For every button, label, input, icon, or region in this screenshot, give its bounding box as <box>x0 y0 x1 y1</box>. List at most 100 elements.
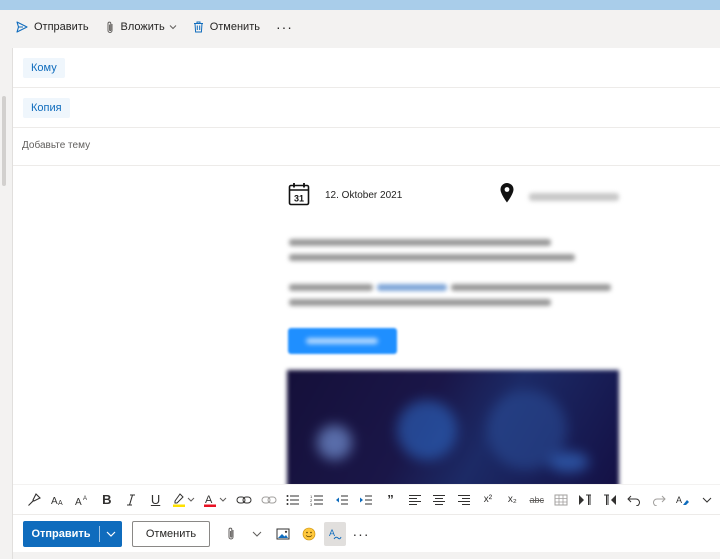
more-options-button[interactable]: ··· <box>350 522 372 546</box>
font-button[interactable]: AA <box>47 489 68 511</box>
subject-placeholder: Добавьте тему <box>22 140 91 151</box>
decrease-indent-button[interactable] <box>331 489 352 511</box>
insert-emoji-button[interactable] <box>298 522 320 546</box>
align-center-button[interactable] <box>429 489 450 511</box>
format-toolbar: AA AA B U A 123 ” x² x₂ abc A <box>13 484 720 514</box>
scrollbar-thumb[interactable] <box>2 96 6 186</box>
align-left-icon <box>408 494 421 505</box>
paintbrush-icon <box>27 492 41 506</box>
svg-text:A: A <box>676 495 682 505</box>
svg-text:31: 31 <box>294 194 304 204</box>
increase-indent-button[interactable] <box>355 489 376 511</box>
ltr-button[interactable] <box>575 489 596 511</box>
font-size-button[interactable]: AA <box>72 489 93 511</box>
more-actions-button[interactable]: ··· <box>270 14 299 40</box>
insert-link-button[interactable] <box>234 489 255 511</box>
editor-icon: A <box>329 528 342 539</box>
trash-icon <box>193 21 203 33</box>
numbered-list-icon: 123 <box>310 494 324 506</box>
svg-text:A: A <box>205 494 213 506</box>
undo-button[interactable] <box>624 489 645 511</box>
svg-text:A: A <box>58 500 63 506</box>
align-left-button[interactable] <box>404 489 425 511</box>
send-split-button[interactable]: Отправить <box>23 520 122 547</box>
send-action-label: Отправить <box>34 21 89 33</box>
chevron-down-icon <box>106 531 116 537</box>
font-size-icon: AA <box>75 496 87 506</box>
blurred-link <box>377 284 447 291</box>
discard-action-label: Отменить <box>209 21 260 33</box>
svg-text:3: 3 <box>310 502 313 506</box>
chevron-down-icon <box>252 531 262 537</box>
more-icon: ··· <box>275 19 293 35</box>
editor-button[interactable]: A <box>324 521 346 546</box>
clear-formatting-button[interactable]: A <box>672 489 693 511</box>
compose-action-bar: Отправить Вложить Отменить ··· <box>0 10 720 44</box>
insert-picture-button[interactable] <box>272 522 294 546</box>
image-icon <box>276 528 290 539</box>
chevron-down-icon <box>702 497 712 503</box>
send-button[interactable]: Отправить <box>23 521 99 547</box>
align-right-button[interactable] <box>453 489 474 511</box>
superscript-icon: x² <box>483 494 493 505</box>
align-center-icon <box>433 494 446 505</box>
message-body[interactable]: 31 12. Oktober 2021 <box>13 166 720 484</box>
underline-button[interactable]: U <box>145 489 166 511</box>
strikethrough-icon: abc <box>529 494 544 505</box>
font-icon: AA <box>51 496 63 506</box>
clear-formatting-icon: A <box>676 495 689 505</box>
send-bar: Отправить Отменить A ··· <box>13 514 720 552</box>
remove-link-button[interactable] <box>258 489 279 511</box>
quote-button[interactable]: ” <box>380 489 401 511</box>
split-divider <box>99 525 100 542</box>
to-field[interactable]: Кому <box>13 48 720 88</box>
attach-options-button[interactable] <box>246 522 268 546</box>
calendar-icon: 31 <box>288 183 310 206</box>
strikethrough-button[interactable]: abc <box>526 489 547 511</box>
font-color-button[interactable]: A <box>201 489 230 511</box>
superscript-button[interactable]: x² <box>477 489 498 511</box>
more-icon: ··· <box>352 525 370 542</box>
insert-table-button[interactable] <box>550 489 571 511</box>
send-options-button[interactable] <box>100 521 122 547</box>
italic-button[interactable] <box>121 489 142 511</box>
format-painter-button[interactable] <box>23 489 44 511</box>
redo-button[interactable] <box>648 489 669 511</box>
cc-button[interactable]: Копия <box>23 98 70 118</box>
rtl-button[interactable] <box>599 489 620 511</box>
highlight-button[interactable] <box>169 489 198 511</box>
bold-icon: B <box>102 492 112 507</box>
subscript-button[interactable]: x₂ <box>502 489 523 511</box>
discard-button[interactable]: Отменить <box>132 520 210 547</box>
highlighter-icon <box>172 492 195 507</box>
svg-text:A: A <box>329 528 335 538</box>
blurred-text <box>289 299 551 306</box>
right-to-left-icon <box>603 494 616 505</box>
more-formatting-button[interactable] <box>697 489 718 511</box>
attach-action[interactable]: Вложить <box>99 14 183 40</box>
subject-field[interactable]: Добавьте тему <box>13 128 720 166</box>
send-action[interactable]: Отправить <box>10 14 95 40</box>
discard-action[interactable]: Отменить <box>187 14 266 40</box>
underline-icon: U <box>150 492 161 507</box>
cc-field[interactable]: Копия <box>13 88 720 128</box>
svg-text:A: A <box>75 497 82 506</box>
numbering-button[interactable]: 123 <box>307 489 328 511</box>
blurred-text <box>451 284 611 291</box>
bold-button[interactable]: B <box>96 489 117 511</box>
italic-icon <box>127 493 136 506</box>
blurred-banner-image <box>287 370 619 484</box>
subscript-icon: x₂ <box>507 494 517 505</box>
paperclip-icon <box>107 21 113 33</box>
blurred-location <box>529 193 619 201</box>
indent-icon <box>360 495 373 504</box>
blurred-cta-button <box>288 328 397 354</box>
attach-file-button[interactable] <box>220 522 242 546</box>
blurred-text <box>289 284 373 291</box>
blurred-text <box>289 254 575 261</box>
to-button[interactable]: Кому <box>23 58 65 78</box>
align-right-icon <box>457 494 470 505</box>
outdent-icon <box>335 495 348 504</box>
bullets-button[interactable] <box>282 489 303 511</box>
unlink-icon <box>261 496 277 503</box>
